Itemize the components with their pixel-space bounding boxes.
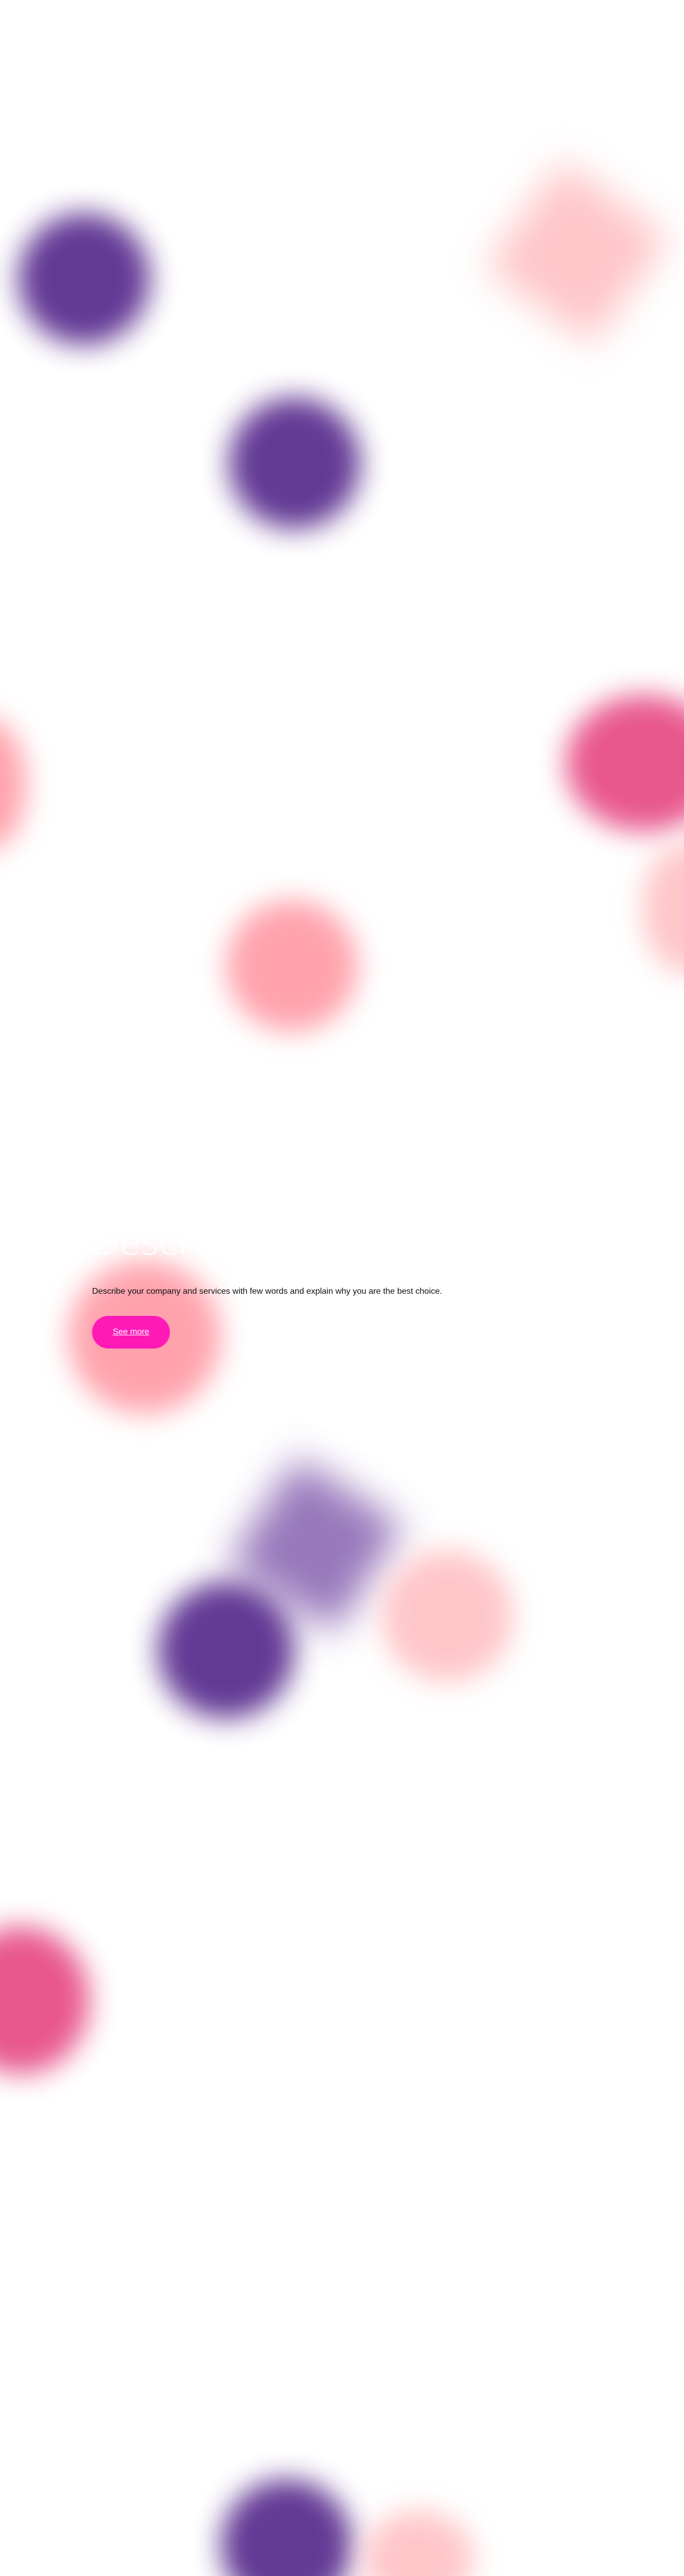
background-square-peach <box>485 161 669 345</box>
background-blob-peach <box>642 842 684 974</box>
background-blob-peach <box>363 2511 474 2576</box>
background-blob-purple <box>158 1582 295 1719</box>
background-blob-purple <box>221 2479 353 2576</box>
background-blob-rose <box>0 1926 89 2074</box>
background-blob-rose <box>566 695 684 832</box>
background-blob-purple <box>18 213 150 345</box>
background-blob-purple <box>229 397 360 529</box>
see-more-button[interactable]: See more <box>92 1316 170 1349</box>
background-blob-peach <box>381 1550 513 1682</box>
background-blob-pink <box>0 718 26 850</box>
background-blob-pink <box>226 900 358 1032</box>
hero-section: Describe y Describe your company and ser… <box>92 1224 618 1349</box>
hero-title: Describe y <box>92 1222 277 1263</box>
page-canvas: Describe y Describe your company and ser… <box>0 0 684 2576</box>
hero-subtitle: Describe your company and services with … <box>92 1287 442 1296</box>
